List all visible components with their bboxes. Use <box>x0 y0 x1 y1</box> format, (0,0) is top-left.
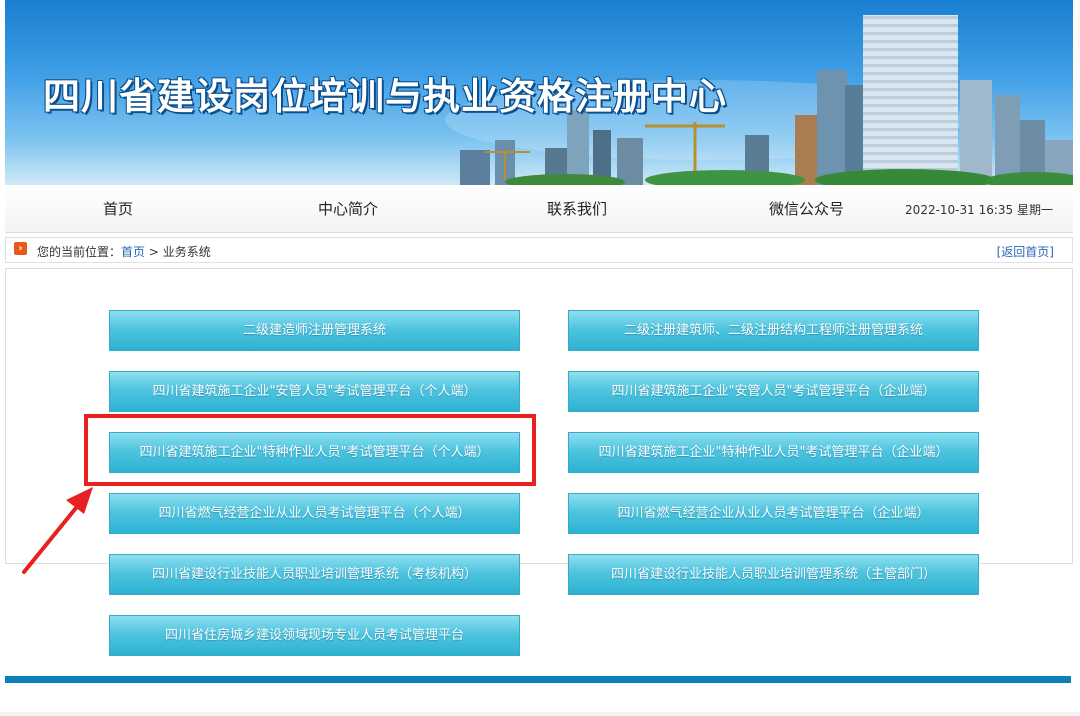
main-nav: 首页 中心简介 联系我们 微信公众号 2022-10-31 16:35 星期一 <box>5 186 1073 233</box>
chevron-right-icon: › <box>14 242 27 255</box>
breadcrumb-path: 您的当前位置：首页 > 业务系统 <box>37 243 211 260</box>
system-button-safety-personal[interactable]: 四川省建筑施工企业"安管人员"考试管理平台（个人端） <box>109 371 520 412</box>
system-button-skills-authority[interactable]: 四川省建设行业技能人员职业培训管理系统（主管部门） <box>568 554 979 595</box>
nav-item-wechat[interactable]: 微信公众号 <box>769 186 844 232</box>
nav-item-contact[interactable]: 联系我们 <box>547 186 607 232</box>
system-button-skills-assessor[interactable]: 四川省建设行业技能人员职业培训管理系统（考核机构） <box>109 554 520 595</box>
footer-strip <box>0 712 1080 716</box>
system-button-2nd-constructor[interactable]: 二级建造师注册管理系统 <box>109 310 520 351</box>
nav-item-about[interactable]: 中心简介 <box>318 186 378 232</box>
system-button-gas-enterprise[interactable]: 四川省燃气经营企业从业人员考试管理平台（企业端） <box>568 493 979 534</box>
system-button-special-enterprise[interactable]: 四川省建筑施工企业"特种作业人员"考试管理平台（企业端） <box>568 432 979 473</box>
header-banner: 四川省建设岗位培训与执业资格注册中心 <box>5 0 1073 185</box>
breadcrumb-separator: > <box>145 245 163 259</box>
system-button-field-staff[interactable]: 四川省住房城乡建设领域现场专业人员考试管理平台 <box>109 615 520 656</box>
system-button-architect-structural[interactable]: 二级注册建筑师、二级注册结构工程师注册管理系统 <box>568 310 979 351</box>
system-button-safety-enterprise[interactable]: 四川省建筑施工企业"安管人员"考试管理平台（企业端） <box>568 371 979 412</box>
site-title: 四川省建设岗位培训与执业资格注册中心 <box>43 74 727 118</box>
nav-item-home[interactable]: 首页 <box>103 186 133 232</box>
back-home-link[interactable]: [返回首页] <box>997 243 1054 260</box>
system-button-special-personal[interactable]: 四川省建筑施工企业"特种作业人员"考试管理平台（个人端） <box>109 432 520 473</box>
current-datetime: 2022-10-31 16:35 星期一 <box>905 203 1053 217</box>
system-button-gas-personal[interactable]: 四川省燃气经营企业从业人员考试管理平台（个人端） <box>109 493 520 534</box>
breadcrumb-home-link[interactable]: 首页 <box>121 245 145 259</box>
breadcrumb: › 您的当前位置：首页 > 业务系统 [返回首页] <box>5 237 1073 263</box>
breadcrumb-current: 业务系统 <box>162 245 211 259</box>
footer-divider <box>5 676 1071 683</box>
breadcrumb-prefix: 您的当前位置： <box>37 245 122 259</box>
